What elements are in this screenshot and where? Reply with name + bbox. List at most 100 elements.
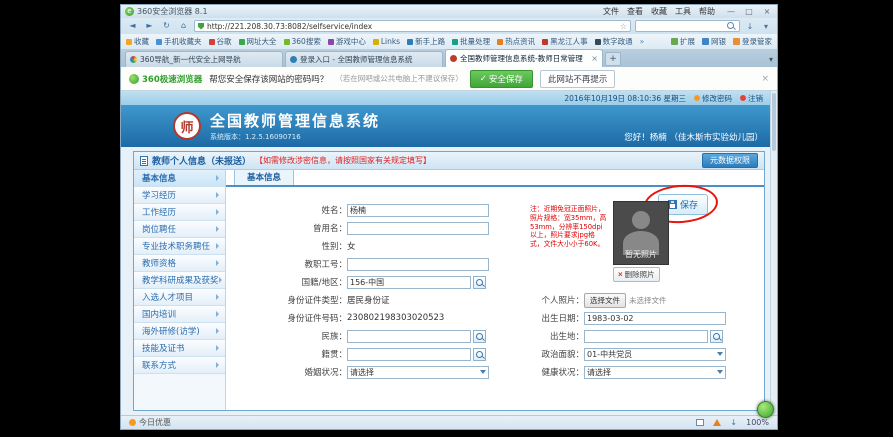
screenshot-icon[interactable] <box>696 419 705 426</box>
extensions-button[interactable]: 扩展 <box>671 36 695 47</box>
search-icon[interactable] <box>726 21 736 31</box>
field-label: 身份证件号码： <box>287 314 347 324</box>
lookup-search-icon[interactable] <box>710 329 723 343</box>
bookmark-item[interactable]: 热点资讯 <box>497 36 535 47</box>
menu-view[interactable]: 查看 <box>627 6 643 17</box>
download-icon[interactable]: ↓ <box>744 22 756 31</box>
site-topband: 2016年10月19日 08:10:36 星期三 修改密码 注销 <box>121 91 777 105</box>
menu-tools[interactable]: 工具 <box>675 6 691 17</box>
panel-titlebar: 教师个人信息（未报送） 【如需修改涉密信息，请按照国家有关规定填写】 元数据权限 <box>134 152 764 170</box>
chevron-right-icon <box>216 260 219 266</box>
dismiss-site-button[interactable]: 此网站不再提示 <box>539 69 616 88</box>
url-text[interactable]: http://221.208.30.73:8082/selfservice/in… <box>207 22 617 31</box>
search-box[interactable] <box>635 20 740 32</box>
bookmarks-overflow-icon[interactable]: » <box>640 37 645 46</box>
change-password-link[interactable]: 修改密码 <box>694 93 732 104</box>
netbank-button[interactable]: 网银 <box>702 36 726 47</box>
delete-photo-button[interactable]: × 删除照片 <box>613 267 660 282</box>
sidebar-item-work-history[interactable]: 工作经历 <box>134 204 225 221</box>
sidebar-item-post-appointment[interactable]: 岗位聘任 <box>134 221 225 238</box>
forward-icon[interactable]: ► <box>143 20 156 32</box>
field-label: 身份证件类型： <box>287 296 347 306</box>
close-icon[interactable]: × <box>761 7 773 16</box>
favicon <box>126 38 132 45</box>
browser-logo-icon: e <box>125 7 134 16</box>
sidebar-item-teacher-qualification[interactable]: 教师资格 <box>134 255 225 272</box>
sidebar-item-domestic-training[interactable]: 国内培训 <box>134 306 225 323</box>
page-scrollbar[interactable] <box>770 91 777 415</box>
bookmark-item[interactable]: 手机收藏夹 <box>156 36 202 47</box>
sidebar-item-education[interactable]: 学习经历 <box>134 187 225 204</box>
metadata-permission-button[interactable]: 元数据权限 <box>702 153 758 168</box>
daily-deals-button[interactable]: 今日优惠 <box>129 417 171 428</box>
back-icon[interactable]: ◄ <box>126 20 139 32</box>
tab-login-portal[interactable]: 登录入口 - 全国教师管理信息系统 <box>285 51 443 67</box>
staff-id-input[interactable] <box>347 257 489 271</box>
chevron-right-icon <box>216 209 219 215</box>
download-manager-icon[interactable]: ↓ <box>730 418 737 427</box>
no-photo-text: 暂无照片 <box>625 250 657 259</box>
menu-favorites[interactable]: 收藏 <box>651 6 667 17</box>
ethnicity-input[interactable] <box>347 329 471 343</box>
lookup-search-icon[interactable] <box>473 347 486 361</box>
sidebar-item-research-awards[interactable]: 教学科研成果及获奖 <box>134 272 225 289</box>
tab-teacher-system-active[interactable]: 全国教师管理信息系统-教师日常管理 × <box>445 49 603 67</box>
menu-help[interactable]: 帮助 <box>699 6 715 17</box>
zoom-level[interactable]: 100% <box>746 418 769 427</box>
bookmark-item[interactable]: 360搜索 <box>283 36 321 47</box>
tab-list-icon[interactable]: ▾ <box>769 55 773 64</box>
url-box[interactable]: http://221.208.30.73:8082/selfservice/in… <box>194 20 631 32</box>
favorite-star-icon[interactable]: ☆ <box>620 22 627 31</box>
lookup-search-icon[interactable] <box>473 275 486 289</box>
bookmark-item[interactable]: 批量处理 <box>452 36 490 47</box>
bookmark-item[interactable]: 新手上路 <box>407 36 445 47</box>
marital-status-select[interactable]: 请选择 <box>347 365 489 379</box>
health-status-select[interactable]: 请选择 <box>584 365 726 379</box>
new-tab-button[interactable]: + <box>605 52 621 66</box>
native-place-input[interactable] <box>347 347 471 361</box>
notification-close-icon[interactable]: × <box>761 74 769 84</box>
sidebar-item-professional-title[interactable]: 专业技术职务聘任 <box>134 238 225 255</box>
bookmark-item[interactable]: 收藏 <box>126 36 149 47</box>
field-label: 性别： <box>321 242 347 252</box>
bookmark-item[interactable]: 黑龙江人事 <box>542 36 588 47</box>
sidebar-item-skills-certificates[interactable]: 技能及证书 <box>134 340 225 357</box>
tab-360-nav[interactable]: 360导航_新一代安全上网导航 <box>125 51 283 67</box>
sidebar-item-talent-programs[interactable]: 入选人才项目 <box>134 289 225 306</box>
sidebar-item-basic-info[interactable]: 基本信息 <box>134 170 225 187</box>
political-status-select[interactable]: 01-中共党员 <box>584 347 726 361</box>
bookmark-item[interactable]: 数字政通 <box>594 36 633 47</box>
bookmark-item[interactable]: Links <box>372 37 400 46</box>
delete-icon: × <box>618 270 623 279</box>
maximize-icon[interactable]: □ <box>743 7 755 16</box>
speedup-icon[interactable] <box>713 419 722 426</box>
birth-date-input[interactable] <box>584 311 726 325</box>
birth-place-input[interactable] <box>584 329 708 343</box>
minimize-icon[interactable]: — <box>725 7 737 16</box>
power-icon <box>740 95 746 101</box>
password-save-bar: 360极速浏览器 帮您安全保存该网站的密码吗？ （若在网吧或公共电脑上不建议保存… <box>121 67 777 91</box>
360-float-ball-icon[interactable] <box>757 401 774 418</box>
address-bar: ◄ ► ↻ ⌂ http://221.208.30.73:8082/selfse… <box>121 18 777 34</box>
login-manager-button[interactable]: 登录管家 <box>733 36 772 47</box>
sidebar-item-contact-info[interactable]: 联系方式 <box>134 357 225 374</box>
sidebar-item-overseas-study[interactable]: 海外研修(访学) <box>134 323 225 340</box>
home-icon[interactable]: ⌂ <box>177 20 190 32</box>
lookup-search-icon[interactable] <box>473 329 486 343</box>
tab-close-icon[interactable]: × <box>591 54 598 63</box>
check-icon: ✓ <box>479 73 487 84</box>
tab-basic-info[interactable]: 基本信息 <box>234 170 295 185</box>
former-name-input[interactable] <box>347 221 489 235</box>
name-input[interactable] <box>347 203 489 217</box>
bookmark-item[interactable]: 游戏中心 <box>327 36 366 47</box>
bookmark-item[interactable]: 谷歌 <box>208 36 232 47</box>
menu-file[interactable]: 文件 <box>603 6 619 17</box>
bookmark-item[interactable]: 网址大全 <box>238 36 277 47</box>
save-password-button[interactable]: ✓ 安全保存 <box>469 69 533 88</box>
menu-more-icon[interactable]: ▾ <box>760 22 772 31</box>
photo-file-input[interactable]: 选择文件 <box>584 292 626 308</box>
scrollbar-thumb[interactable] <box>772 93 776 151</box>
refresh-icon[interactable]: ↻ <box>160 20 173 32</box>
nationality-input[interactable] <box>347 275 471 289</box>
logout-link[interactable]: 注销 <box>740 93 763 104</box>
